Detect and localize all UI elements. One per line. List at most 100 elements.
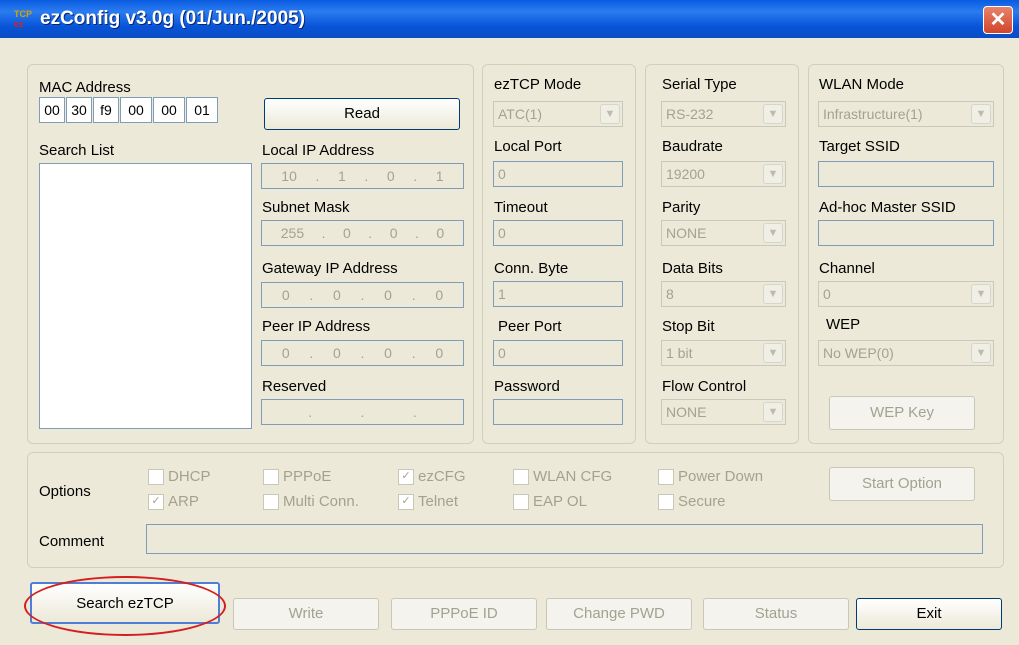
wep-key-button[interactable]: WEP Key [829,396,975,430]
peer-ip-field[interactable]: 0. 0. 0. 0 [261,340,464,366]
mac-octet-1[interactable]: 00 [39,97,65,123]
reserved-label: Reserved [262,378,327,395]
mac-octet-6[interactable]: 01 [186,97,218,123]
password-field[interactable] [493,399,623,425]
checkbox-box [148,469,164,486]
checkbox-box [658,494,674,511]
checkbox-box [263,494,279,511]
ip-part: 0 [435,287,444,303]
mac-octet-4[interactable]: 00 [120,97,152,123]
ip-part: 255 [280,225,305,241]
ip-part: 0 [386,168,395,184]
ip-part: 0 [435,345,444,361]
channel-label: Channel [819,260,875,277]
local-ip-field[interactable]: 10. 1. 0. 1 [261,163,464,189]
ip-dot: . [414,225,419,241]
comment-field[interactable] [146,524,983,554]
chevron-down-icon: ▼ [600,104,620,124]
mac-address-label: MAC Address [39,79,131,96]
ip-dot: . [368,225,373,241]
multi-conn-checkbox[interactable]: Multi Conn. [263,493,359,511]
checkbox-label: Secure [678,493,726,510]
ip-dot: . [413,168,418,184]
eztcp-mode-label: ezTCP Mode [494,76,582,93]
wlan-cfg-checkbox[interactable]: WLAN CFG [513,468,612,486]
chevron-down-icon: ▼ [971,104,991,124]
check-icon: ✓ [398,494,414,511]
ip-part: 0 [281,287,290,303]
checkbox-label: ezCFG [418,468,466,485]
conn-byte-label: Conn. Byte [494,260,569,277]
data-bits-dropdown[interactable]: 8 ▼ [661,281,786,307]
stop-bit-label: Stop Bit [662,318,715,335]
baudrate-dropdown[interactable]: 19200 ▼ [661,161,786,187]
ezcfg-checkbox[interactable]: ✓ ezCFG [398,468,466,486]
dhcp-checkbox[interactable]: DHCP [148,468,211,486]
stop-bit-dropdown[interactable]: 1 bit ▼ [661,340,786,366]
mac-octet-2[interactable]: 30 [66,97,92,123]
mac-octet-3[interactable]: f9 [93,97,119,123]
peer-port-field[interactable]: 0 [493,340,623,366]
chevron-down-icon: ▼ [763,164,783,184]
serial-type-dropdown[interactable]: RS-232 ▼ [661,101,786,127]
options-label: Options [39,483,91,500]
ip-dot: . [308,404,313,420]
wlan-mode-value: Infrastructure(1) [823,106,923,122]
app-icon-bottom: ez [14,19,24,29]
eztcp-mode-dropdown[interactable]: ATC(1) ▼ [493,101,623,127]
chevron-down-icon: ▼ [763,343,783,363]
search-eztcp-button[interactable]: Search ezTCP [30,582,220,624]
parity-value: NONE [666,225,707,241]
ip-part: 0 [384,345,392,361]
ip-dot: . [315,168,320,184]
target-ssid-field[interactable] [818,161,994,187]
change-pwd-button[interactable]: Change PWD [546,598,692,630]
password-label: Password [494,378,560,395]
status-button[interactable]: Status [703,598,849,630]
checkbox-label: Multi Conn. [283,493,359,510]
wep-label: WEP [826,316,861,333]
checkbox-box [513,469,529,486]
chevron-down-icon: ▼ [971,343,991,363]
checkbox-box [513,494,529,511]
peer-ip-label: Peer IP Address [262,318,371,335]
search-list[interactable] [39,163,252,429]
wep-dropdown[interactable]: No WEP(0) ▼ [818,340,994,366]
local-port-field[interactable]: 0 [493,161,623,187]
ip-dot: . [321,225,326,241]
conn-byte-field[interactable]: 1 [493,281,623,307]
channel-dropdown[interactable]: 0 ▼ [818,281,994,307]
ip-dot: . [412,404,417,420]
checkbox-label: ARP [168,493,199,510]
parity-dropdown[interactable]: NONE ▼ [661,220,786,246]
ip-dot: . [309,345,314,361]
title-bar: TCP ez ezConfig v3.0g (01/Jun./2005) ✕ [0,0,1019,38]
timeout-field[interactable]: 0 [493,220,623,246]
read-button[interactable]: Read [264,98,460,130]
subnet-field[interactable]: 255. 0. 0. 0 [261,220,464,246]
secure-checkbox[interactable]: Secure [658,493,726,511]
close-button[interactable]: ✕ [983,6,1013,34]
pppoe-checkbox[interactable]: PPPoE [263,468,331,486]
wlan-mode-label: WLAN Mode [819,76,905,93]
gateway-field[interactable]: 0. 0. 0. 0 [261,282,464,308]
power-down-checkbox[interactable]: Power Down [658,468,763,486]
pppoe-id-button[interactable]: PPPoE ID [391,598,537,630]
serial-type-value: RS-232 [666,106,714,122]
flow-control-dropdown[interactable]: NONE ▼ [661,399,786,425]
telnet-checkbox[interactable]: ✓ Telnet [398,493,458,511]
arp-checkbox[interactable]: ✓ ARP [148,493,199,511]
exit-button[interactable]: Exit [856,598,1002,630]
ip-dot: . [360,287,365,303]
reserved-field[interactable]: ... [261,399,464,425]
eap-ol-checkbox[interactable]: EAP OL [513,493,587,511]
adhoc-ssid-field[interactable] [818,220,994,246]
baudrate-label: Baudrate [662,138,723,155]
start-option-button[interactable]: Start Option [829,467,975,501]
mac-octet-5[interactable]: 00 [153,97,185,123]
flow-control-label: Flow Control [662,378,747,395]
target-ssid-label: Target SSID [819,138,900,155]
app-window: TCP ez ezConfig v3.0g (01/Jun./2005) ✕ M… [0,0,1019,645]
wlan-mode-dropdown[interactable]: Infrastructure(1) ▼ [818,101,994,127]
write-button[interactable]: Write [233,598,379,630]
